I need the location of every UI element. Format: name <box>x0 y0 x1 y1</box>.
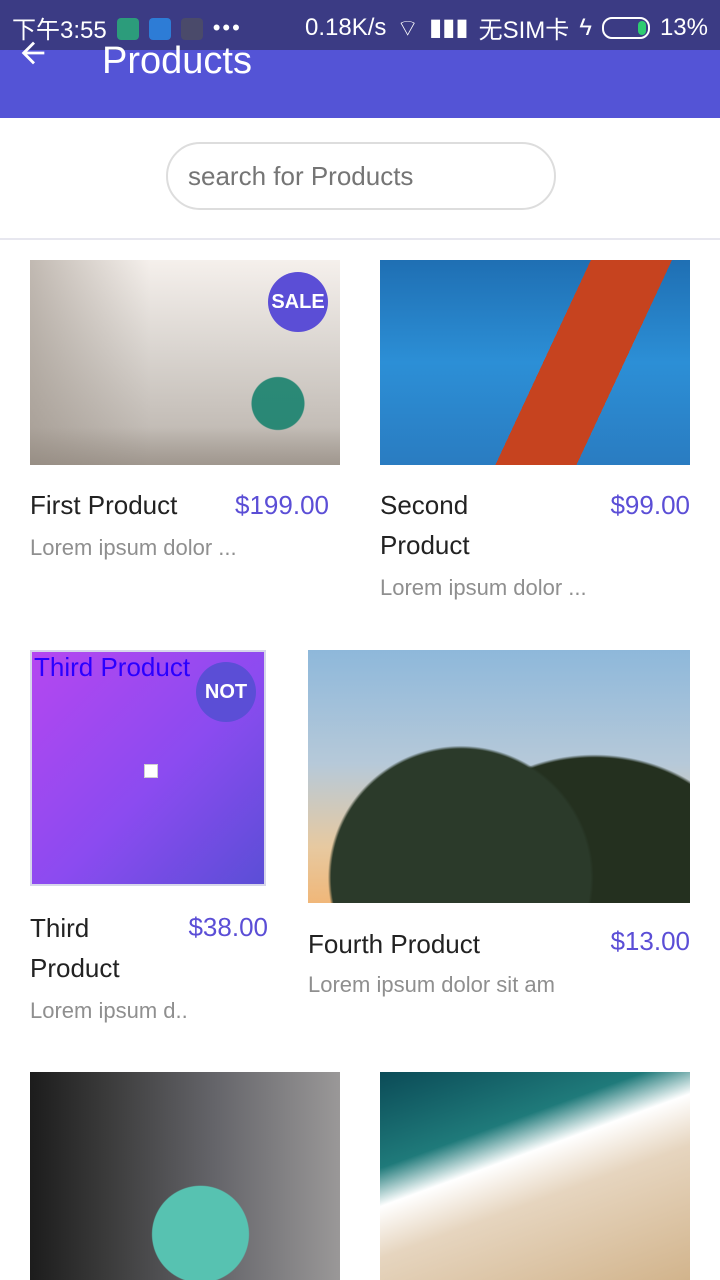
product-price: $99.00 <box>610 490 690 520</box>
net-speed: 0.18K/s <box>305 13 387 41</box>
product-name: Second Product <box>380 490 470 560</box>
product-card[interactable]: Second Product $99.00 Lorem ipsum dolor … <box>380 260 690 620</box>
product-price: $38.00 <box>188 912 268 942</box>
charging-icon: ϟ <box>579 13 592 41</box>
product-image[interactable] <box>380 1072 690 1280</box>
product-name: First Product <box>30 490 178 520</box>
product-description: Lorem ipsum dolor ... <box>380 575 587 600</box>
search-input[interactable] <box>166 142 556 210</box>
product-description: Lorem ipsum dolor ... <box>30 535 237 560</box>
cloud-icon <box>148 17 171 40</box>
battery-icon <box>601 16 650 39</box>
product-card[interactable]: SALE First Product $199.00 Lorem ipsum d… <box>30 260 340 580</box>
product-price: $199.00 <box>235 490 329 520</box>
product-card[interactable]: Fourth Product $13.00 Lorem ipsum dolor … <box>308 650 690 1010</box>
page-title: Products <box>102 40 252 82</box>
product-name: Fourth Product <box>308 929 480 959</box>
product-image[interactable] <box>30 1072 340 1280</box>
status-right: 0.18K/s ⌔ ▮▮▮ 无SIM卡 ϟ 13% <box>305 10 708 45</box>
search-section <box>0 122 720 240</box>
carrier-label: 无SIM卡 <box>478 17 570 44</box>
app-bar: 下午3:55 ••• 0.18K/s ⌔ ▮▮▮ 无SIM卡 ϟ 13% Pro… <box>0 0 720 118</box>
product-image[interactable] <box>380 260 690 465</box>
shield-icon <box>116 17 139 40</box>
product-description: Lorem ipsum dolor sit am <box>308 972 555 997</box>
app-icon <box>180 17 203 40</box>
product-price: $13.00 <box>610 926 690 956</box>
broken-image-icon <box>144 764 158 778</box>
not-badge: NOT <box>196 662 256 722</box>
image-title: Third Product <box>34 652 191 682</box>
product-name: Third Product <box>30 913 120 983</box>
product-image[interactable] <box>308 650 690 903</box>
battery-percent: 13% <box>659 13 708 41</box>
product-description: Lorem ipsum d.. <box>30 998 188 1023</box>
arrow-left-icon[interactable] <box>16 36 50 70</box>
wifi-icon: ⌔ <box>396 14 419 42</box>
more-dots-icon: ••• <box>212 14 242 40</box>
product-card[interactable]: Third Product NOT Third Product $38.00 L… <box>30 650 268 1030</box>
sale-badge: SALE <box>268 272 328 332</box>
signal-icon: ▮▮▮ <box>428 14 469 41</box>
product-card[interactable] <box>30 1072 340 1280</box>
product-card[interactable] <box>380 1072 690 1280</box>
